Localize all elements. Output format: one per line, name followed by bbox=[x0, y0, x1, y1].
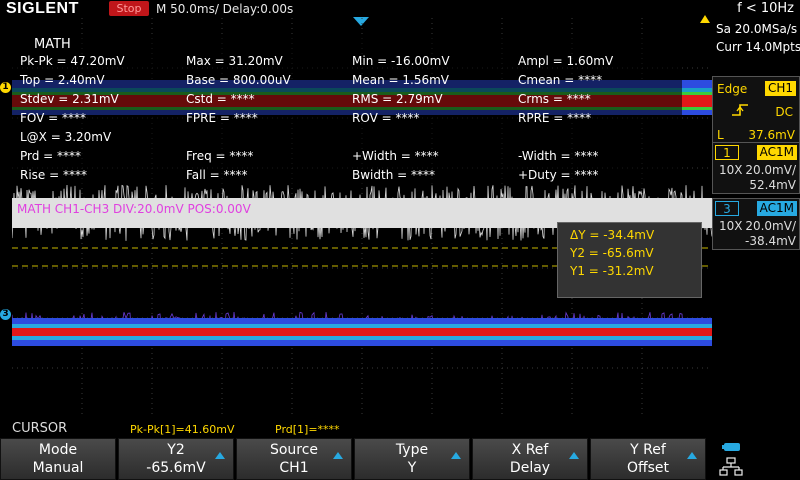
up-arrow-icon bbox=[451, 452, 461, 459]
up-arrow-icon bbox=[569, 452, 579, 459]
channel-3-offset: -38.4mV bbox=[745, 234, 796, 248]
measurement-value: RPRE = **** bbox=[518, 111, 592, 125]
measurement-value: Ampl = 1.60mV bbox=[518, 54, 614, 68]
measurement-value: Crms = **** bbox=[518, 92, 591, 106]
softkey-value: CH1 bbox=[279, 460, 309, 476]
right-info-panel: Sa 20.0MSa/s Curr 14.0Mpts Edge CH1 DC L… bbox=[712, 18, 800, 418]
measurement-value: Cstd = **** bbox=[186, 92, 255, 106]
pkpk-stat: Pk-Pk[1]=41.60mV bbox=[130, 423, 235, 436]
channel-1-probe: 10X bbox=[719, 163, 743, 177]
trigger-level-value: 37.6mV bbox=[748, 128, 795, 142]
softkey-y-ref[interactable]: Y Ref Offset bbox=[590, 438, 706, 480]
trigger-type: Edge bbox=[717, 82, 748, 96]
measurement-value: Base = 800.00uV bbox=[186, 73, 291, 87]
menu-title: CURSOR bbox=[12, 421, 68, 436]
measurement-value: Stdev = 2.31mV bbox=[20, 92, 119, 106]
measurement-value: L@X = 3.20mV bbox=[20, 130, 112, 144]
measurement-value: +Width = **** bbox=[352, 149, 439, 163]
channel-1-number: 1 bbox=[715, 145, 739, 160]
measurement-value: Rise = **** bbox=[20, 168, 87, 182]
cursor-delta-y: ΔY = -34.4mV bbox=[570, 228, 655, 242]
softkey-value: Manual bbox=[32, 460, 84, 476]
trigger-panel[interactable]: Edge CH1 DC L 37.6mV bbox=[712, 76, 800, 151]
softkey-value: Y bbox=[407, 460, 417, 476]
cursor-y1: Y1 = -31.2mV bbox=[570, 264, 654, 278]
measurement-value: FOV = **** bbox=[20, 111, 87, 125]
measurement-value: Top = 2.40mV bbox=[20, 73, 105, 87]
run-state-badge[interactable]: Stop bbox=[109, 1, 149, 16]
sample-rate: Sa 20.0MSa/s bbox=[716, 22, 798, 36]
measurement-value: Bwidth = **** bbox=[352, 168, 435, 182]
measurement-value: Cmean = **** bbox=[518, 73, 603, 87]
channel-1-scale: 20.0mV/ bbox=[745, 163, 796, 177]
memory-depth: Curr 14.0Mpts bbox=[716, 40, 800, 54]
up-arrow-icon bbox=[687, 452, 697, 459]
measurement-panel: MATH Pk-Pk = 47.20mV Max = 31.20mV Min = -… bbox=[12, 35, 682, 185]
channel-1-coupling: AC1M bbox=[756, 145, 797, 160]
ch1-level-marker[interactable]: 1 bbox=[0, 82, 11, 93]
measurement-value: RMS = 2.79mV bbox=[352, 92, 443, 106]
channel-3-number: 3 bbox=[715, 201, 739, 216]
channel-1-offset: 52.4mV bbox=[749, 178, 796, 192]
softkey-y2[interactable]: Y2 -65.6mV bbox=[118, 438, 234, 480]
cursor-readout: ΔY = -34.4mV Y2 = -65.6mV Y1 = -31.2mV bbox=[557, 222, 702, 298]
channel-3-coupling: AC1M bbox=[756, 201, 797, 216]
measurement-value: Pk-Pk = 47.20mV bbox=[20, 54, 125, 68]
system-status-icons bbox=[719, 443, 743, 476]
measurement-value: Min = -16.00mV bbox=[352, 54, 450, 68]
measurement-title: MATH bbox=[34, 37, 71, 52]
math-info-label: MATH CH1-CH3 DIV:20.0mV POS:0.00V bbox=[17, 202, 251, 216]
network-icon bbox=[719, 457, 743, 476]
ch3-level-marker[interactable]: 3 bbox=[0, 309, 11, 320]
softkey-value: Delay bbox=[509, 460, 551, 476]
measurement-value: Freq = **** bbox=[186, 149, 254, 163]
softkey-mode[interactable]: Mode Manual bbox=[0, 438, 116, 480]
status-row: CURSOR Pk-Pk[1]=41.60mV Prd[1]=**** bbox=[0, 421, 712, 438]
trigger-coupling: DC bbox=[775, 105, 793, 119]
cursor-y2: Y2 = -65.6mV bbox=[570, 246, 654, 260]
channel-3-panel[interactable]: 3 AC1M 10X 20.0mV/ -38.4mV bbox=[712, 198, 800, 250]
measurement-value: FPRE = **** bbox=[186, 111, 258, 125]
channel-1-panel[interactable]: 1 AC1M 10X 20.0mV/ 52.4mV bbox=[712, 142, 800, 194]
softkey-source[interactable]: Source CH1 bbox=[236, 438, 352, 480]
brand-logo: SIGLENT bbox=[6, 0, 79, 17]
up-arrow-icon bbox=[333, 452, 343, 459]
usb-storage-icon bbox=[722, 443, 740, 451]
softkey-value: -65.6mV bbox=[146, 460, 206, 476]
measurement-value: Prd = **** bbox=[20, 149, 82, 163]
trigger-source: CH1 bbox=[764, 81, 796, 96]
softkey-label: Mode bbox=[38, 442, 78, 458]
channel-3-probe: 10X bbox=[719, 219, 743, 233]
softkey-type[interactable]: Type Y bbox=[354, 438, 470, 480]
measurement-value: Fall = **** bbox=[186, 168, 248, 182]
measurement-value: Mean = 1.56mV bbox=[352, 73, 449, 87]
softkey-value: Offset bbox=[626, 460, 670, 476]
up-arrow-icon bbox=[215, 452, 225, 459]
measurement-value: +Duty = **** bbox=[518, 168, 599, 182]
measurement-value: -Width = **** bbox=[518, 149, 599, 163]
timebase-readout[interactable]: M 50.0ms/ Delay:0.00s bbox=[156, 2, 293, 16]
trigger-level-label: L bbox=[717, 128, 724, 142]
measurement-value: Max = 31.20mV bbox=[186, 54, 283, 68]
period-stat: Prd[1]=**** bbox=[275, 423, 340, 436]
measurement-value: ROV = **** bbox=[352, 111, 420, 125]
rising-edge-icon bbox=[732, 104, 748, 116]
channel-3-scale: 20.0mV/ bbox=[745, 219, 796, 233]
softkey-bar: Mode Manual Y2 -65.6mV Source CH1 Type Y… bbox=[0, 438, 712, 480]
softkey-x-ref[interactable]: X Ref Delay bbox=[472, 438, 588, 480]
top-bar: SIGLENT Stop M 50.0ms/ Delay:0.00s f < 1… bbox=[0, 0, 800, 18]
frequency-counter: f < 10Hz bbox=[737, 1, 794, 16]
